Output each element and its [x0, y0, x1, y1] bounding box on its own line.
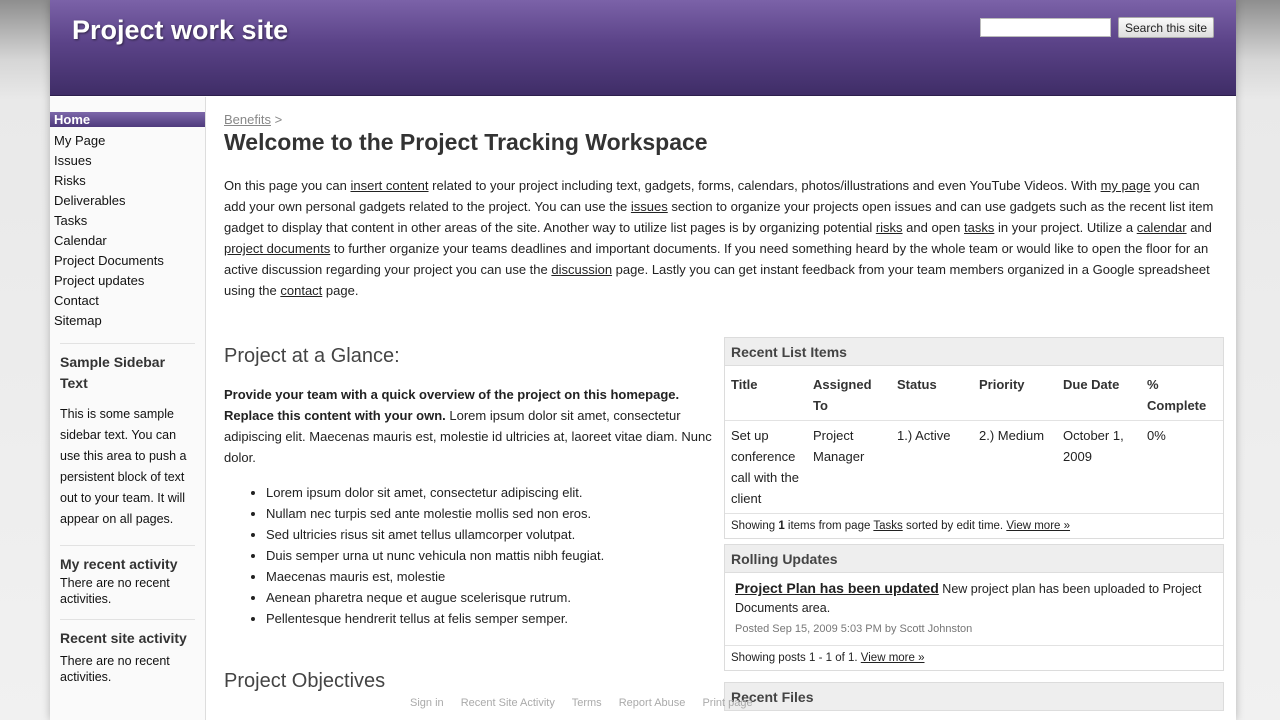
column-header: Status — [897, 377, 937, 392]
gadget-footer: Showing 1 items from page Tasks sorted b… — [725, 513, 1223, 538]
intro-paragraph: On this page you can insert content rela… — [224, 175, 1220, 301]
search-button[interactable]: Search this site — [1118, 17, 1214, 38]
footer-text: Showing posts 1 - 1 of 1. — [731, 652, 858, 664]
nav-item-contact[interactable]: Contact — [50, 291, 205, 311]
search-input[interactable] — [980, 18, 1111, 37]
my-recent-activity-title: My recent activity — [60, 545, 195, 575]
column-header: Due Date — [1063, 377, 1120, 392]
intro-text: in your project. Utilize a — [994, 220, 1137, 235]
nav-item-deliverables[interactable]: Deliverables — [50, 191, 205, 211]
intro-text: page. — [322, 283, 359, 298]
tasks-page-link[interactable]: Tasks — [873, 520, 902, 532]
my-recent-activity-box: My recent activity There are no recent a… — [50, 545, 205, 607]
view-more-link[interactable]: View more » — [1006, 520, 1070, 532]
discussion-link[interactable]: discussion — [551, 262, 612, 277]
sidebar: Home My Page Issues Risks Deliverables T… — [50, 97, 206, 720]
table-header-row: Title Assigned To Status Priority Due Da… — [725, 366, 1223, 421]
table-cell: 2.) Medium — [973, 420, 1057, 513]
table-row[interactable]: Set up conference call with the client P… — [725, 420, 1223, 513]
intro-text: and — [1186, 220, 1212, 235]
issues-link[interactable]: issues — [631, 199, 668, 214]
glance-bullet-list: Lorem ipsum dolor sit amet, consectetur … — [224, 482, 714, 629]
gadget-footer: Showing posts 1 - 1 of 1. View more » — [725, 645, 1223, 670]
print-page-link[interactable]: Print page — [702, 697, 752, 709]
site-title[interactable]: Project work site — [72, 15, 288, 46]
recent-site-activity-text: There are no recent activities. — [60, 654, 170, 684]
nav-item-sitemap[interactable]: Sitemap — [50, 311, 205, 331]
intro-text: and open — [902, 220, 965, 235]
column-header: Title — [731, 377, 758, 392]
list-item: Maecenas mauris est, molestie — [266, 566, 714, 587]
recent-list-table: Title Assigned To Status Priority Due Da… — [725, 366, 1223, 513]
gadget-title: Rolling Updates — [725, 545, 1223, 573]
tasks-link[interactable]: tasks — [964, 220, 994, 235]
report-abuse-link[interactable]: Report Abuse — [619, 697, 686, 709]
recent-files-gadget: Recent Files — [724, 682, 1224, 711]
nav-item-tasks[interactable]: Tasks — [50, 211, 205, 231]
column-header: % Complete — [1147, 377, 1207, 413]
list-item: Duis semper urna ut nunc vehicula non ma… — [266, 545, 714, 566]
nav-item-project-documents[interactable]: Project Documents — [50, 251, 205, 271]
table-cell: 1.) Active — [891, 420, 973, 513]
footer-links: Sign in Recent Site Activity Terms Repor… — [410, 697, 767, 709]
sidebar-text-box: Sample Sidebar Text This is some sample … — [50, 343, 205, 530]
nav-item-risks[interactable]: Risks — [50, 171, 205, 191]
gadget-title: Recent Files — [725, 683, 1223, 711]
view-more-link[interactable]: View more » — [861, 652, 925, 664]
footer-text: sorted by edit time. — [902, 520, 1007, 532]
recent-site-activity-box: Recent site activity There are no recent… — [50, 619, 205, 685]
rolling-updates-gadget: Rolling Updates Project Plan has been up… — [724, 544, 1224, 671]
breadcrumb-separator: > — [274, 112, 283, 127]
nav-item-project-updates[interactable]: Project updates — [50, 271, 205, 291]
insert-content-link[interactable]: insert content — [350, 178, 428, 193]
table-cell: October 1, 2009 — [1057, 420, 1141, 513]
footer-text: Showing — [731, 520, 779, 532]
project-glance-section: Project at a Glance: Provide your team w… — [224, 345, 714, 692]
update-meta: Posted Sep 15, 2009 5:03 PM by Scott Joh… — [735, 623, 973, 635]
column-header: Assigned To — [813, 377, 872, 413]
nav-item-home[interactable]: Home — [50, 112, 205, 127]
intro-text: related to your project including text, … — [428, 178, 1101, 193]
nav-item-my-page[interactable]: My Page — [50, 131, 205, 151]
glance-heading: Project at a Glance: — [224, 345, 400, 367]
site-header: Project work site Search this site — [50, 0, 1236, 96]
my-page-link[interactable]: my page — [1101, 178, 1151, 193]
update-title-link[interactable]: Project Plan has been updated — [735, 580, 939, 596]
breadcrumb-link[interactable]: Benefits — [224, 112, 271, 127]
table-cell: Project Manager — [807, 420, 891, 513]
sign-in-link[interactable]: Sign in — [410, 697, 444, 709]
update-entry: Project Plan has been updated New projec… — [725, 573, 1223, 645]
sidebar-box-title: Sample Sidebar Text — [60, 343, 195, 394]
project-documents-link[interactable]: project documents — [224, 241, 330, 256]
recent-list-items-gadget: Recent List Items Title Assigned To Stat… — [724, 337, 1224, 539]
intro-text: On this page you can — [224, 178, 351, 193]
list-item: Sed ultricies risus sit amet tellus ulla… — [266, 524, 714, 545]
objectives-heading: Project Objectives — [224, 670, 386, 692]
recent-site-activity-link[interactable]: Recent Site Activity — [461, 697, 555, 709]
footer-text: items from page — [784, 520, 874, 532]
sidebar-box-text: This is some sample sidebar text. You ca… — [60, 407, 187, 526]
contact-link[interactable]: contact — [280, 283, 322, 298]
list-item: Pellentesque hendrerit tellus at felis s… — [266, 608, 714, 629]
terms-link[interactable]: Terms — [572, 697, 602, 709]
nav-item-calendar[interactable]: Calendar — [50, 231, 205, 251]
nav-item-issues[interactable]: Issues — [50, 151, 205, 171]
glance-paragraph: Provide your team with a quick overview … — [224, 384, 714, 468]
list-item: Lorem ipsum dolor sit amet, consectetur … — [266, 482, 714, 503]
page-container: Project work site Search this site Home … — [50, 0, 1236, 720]
calendar-link[interactable]: calendar — [1137, 220, 1187, 235]
risks-link[interactable]: risks — [876, 220, 903, 235]
table-cell: Set up conference call with the client — [725, 420, 807, 513]
list-item: Aenean pharetra neque et augue scelerisq… — [266, 587, 714, 608]
breadcrumb: Benefits > — [224, 112, 282, 127]
table-cell: 0% — [1141, 420, 1223, 513]
sidebar-nav: Home My Page Issues Risks Deliverables T… — [50, 112, 205, 331]
gadget-title: Recent List Items — [725, 338, 1223, 366]
page-title: Welcome to the Project Tracking Workspac… — [224, 129, 708, 155]
column-header: Priority — [979, 377, 1025, 392]
my-recent-activity-text: There are no recent activities. — [60, 576, 170, 606]
list-item: Nullam nec turpis sed ante molestie moll… — [266, 503, 714, 524]
recent-site-activity-title: Recent site activity — [60, 619, 195, 649]
